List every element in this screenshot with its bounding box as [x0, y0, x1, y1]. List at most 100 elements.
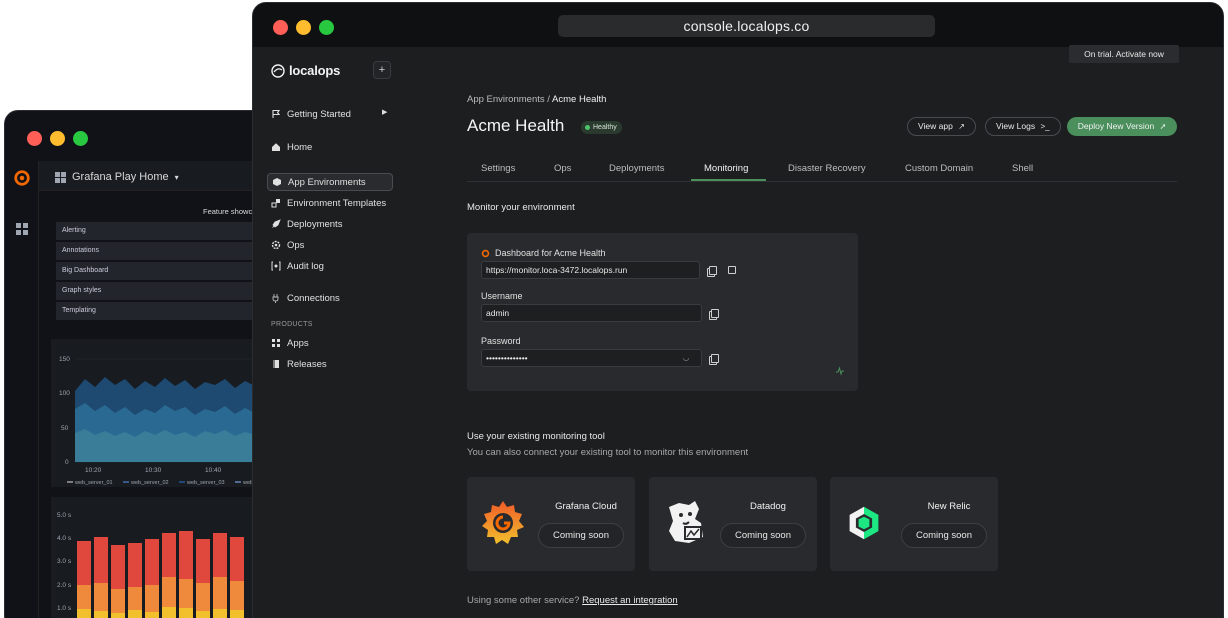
- brand[interactable]: localops: [271, 63, 340, 78]
- sidebar-item-label: Apps: [287, 337, 309, 349]
- sidebar-item-deployments[interactable]: Deployments: [267, 215, 342, 233]
- dashboards-icon[interactable]: [16, 223, 28, 235]
- maximize-dot[interactable]: [319, 20, 334, 35]
- close-dot[interactable]: [27, 131, 42, 146]
- legend-item: web_server_03: [186, 480, 225, 486]
- tab-ops[interactable]: Ops: [554, 163, 571, 174]
- bars: [77, 531, 244, 618]
- sidebar-item-label: Environment Templates: [287, 197, 387, 209]
- coming-soon-button[interactable]: Coming soon: [901, 523, 987, 548]
- password-label: Password: [481, 336, 521, 346]
- bar: [94, 611, 108, 618]
- eye-off-icon[interactable]: ◡: [683, 354, 689, 362]
- password-field[interactable]: ••••••••••••••: [481, 349, 702, 367]
- external-link-icon: ↗: [958, 122, 965, 131]
- bar: [128, 610, 142, 618]
- address-bar[interactable]: console.localops.co: [558, 15, 935, 37]
- grafana-logo-icon[interactable]: [13, 169, 31, 187]
- window-controls: [27, 131, 88, 146]
- other-service-text: Using some other service?: [467, 595, 580, 606]
- sidebar-item-label: Deployments: [287, 218, 343, 230]
- grafana-logo-icon: [482, 501, 524, 544]
- request-integration-link[interactable]: Request an integration: [582, 595, 678, 606]
- external-link-icon[interactable]: [728, 266, 736, 274]
- sidebar-item-getting-started[interactable]: Getting Started: [267, 105, 351, 123]
- grid-icon: [55, 171, 66, 183]
- bar: [162, 607, 176, 618]
- x-tick: 10:30: [145, 467, 162, 474]
- tool-name: Datadog: [750, 501, 786, 512]
- sidebar-item-app-environments[interactable]: App Environments: [267, 173, 393, 191]
- dashboard-picker[interactable]: Grafana Play Home ▾: [55, 171, 179, 183]
- sidebar-item-connections[interactable]: Connections: [267, 289, 340, 307]
- tool-card-new-relic: New Relic Coming soon: [830, 477, 998, 571]
- sidebar-item-home[interactable]: Home: [267, 138, 312, 156]
- minimize-dot[interactable]: [296, 20, 311, 35]
- close-dot[interactable]: [273, 20, 288, 35]
- localops-logo-icon: [271, 63, 285, 78]
- deploy-label: Deploy New Version: [1077, 121, 1155, 131]
- y-tick: 100: [59, 390, 70, 397]
- page-title: Acme Health: [467, 116, 565, 135]
- breadcrumb: App Environments / Acme Health: [467, 94, 606, 105]
- template-icon: [271, 198, 281, 208]
- tab-custom-domain[interactable]: Custom Domain: [905, 163, 973, 174]
- sidebar-item-label: Connections: [287, 292, 340, 304]
- feature-heading: Feature showca: [203, 207, 257, 216]
- sidebar-item-audit-log[interactable]: Audit log: [267, 257, 324, 275]
- copy-icon[interactable]: [709, 309, 719, 320]
- grafana-icon: [481, 249, 490, 257]
- tab-monitoring[interactable]: Monitoring: [704, 163, 748, 174]
- plug-icon: [271, 293, 281, 303]
- username-field[interactable]: admin: [481, 304, 702, 322]
- sidebar-item-apps[interactable]: Apps: [267, 334, 309, 352]
- dashboard-title-row: Dashboard for Acme Health: [481, 248, 606, 258]
- bar: [196, 611, 210, 618]
- breadcrumb-separator: /: [547, 94, 550, 105]
- coming-soon-button[interactable]: Coming soon: [538, 523, 624, 548]
- tab-bar: Settings Ops Deployments Monitoring Disa…: [467, 160, 1177, 182]
- audit-icon: [271, 261, 281, 271]
- datadog-logo-icon: [669, 501, 703, 543]
- chevron-down-icon: ▾: [174, 172, 179, 182]
- tab-deployments[interactable]: Deployments: [609, 163, 664, 174]
- y-tick: 0: [65, 459, 69, 466]
- window-controls: [273, 20, 334, 35]
- trial-banner[interactable]: On trial. Activate now: [1069, 45, 1179, 63]
- dashboard-url-field[interactable]: https://monitor.loca-3472.localops.run: [481, 261, 700, 279]
- activity-icon: [836, 366, 844, 376]
- y-tick: 50: [61, 425, 69, 432]
- existing-tool-subtitle: You can also connect your existing tool …: [467, 447, 749, 458]
- breadcrumb-current: Acme Health: [552, 94, 607, 105]
- dashboard-title: Dashboard for Acme Health: [495, 248, 606, 258]
- sidebar-item-ops[interactable]: Ops: [267, 236, 304, 254]
- sidebar-item-environment-templates[interactable]: Environment Templates: [267, 194, 386, 212]
- y-tick: 4.0 s: [57, 535, 72, 542]
- monitoring-card: Dashboard for Acme Health https://monito…: [467, 233, 858, 391]
- tab-shell[interactable]: Shell: [1012, 163, 1033, 174]
- sidebar-item-label: Home: [287, 141, 313, 153]
- view-app-button[interactable]: View app ↗: [907, 117, 976, 136]
- tab-disaster-recovery[interactable]: Disaster Recovery: [788, 163, 866, 174]
- sidebar-item-label: App Environments: [288, 176, 366, 188]
- add-button[interactable]: +: [373, 61, 391, 79]
- deploy-new-version-button[interactable]: Deploy New Version ➚: [1067, 117, 1177, 136]
- copy-icon[interactable]: [709, 354, 719, 365]
- localops-window: console.localops.co localops + Getting S…: [252, 2, 1224, 618]
- minimize-dot[interactable]: [50, 131, 65, 146]
- bar: [230, 610, 244, 618]
- coming-soon-button[interactable]: Coming soon: [720, 523, 806, 548]
- tab-settings[interactable]: Settings: [481, 163, 515, 174]
- maximize-dot[interactable]: [73, 131, 88, 146]
- copy-icon[interactable]: [707, 266, 717, 277]
- view-logs-button[interactable]: View Logs >_: [985, 117, 1061, 136]
- play-icon[interactable]: ▶: [382, 108, 387, 116]
- y-tick: 150: [59, 356, 70, 363]
- sidebar-item-releases[interactable]: Releases: [267, 355, 327, 373]
- y-tick: 3.0 s: [57, 558, 72, 565]
- breadcrumb-parent[interactable]: App Environments: [467, 94, 545, 105]
- sidebar: [253, 47, 403, 618]
- bar: [179, 608, 193, 618]
- home-icon: [271, 142, 281, 152]
- products-heading: PRODUCTS: [271, 321, 313, 328]
